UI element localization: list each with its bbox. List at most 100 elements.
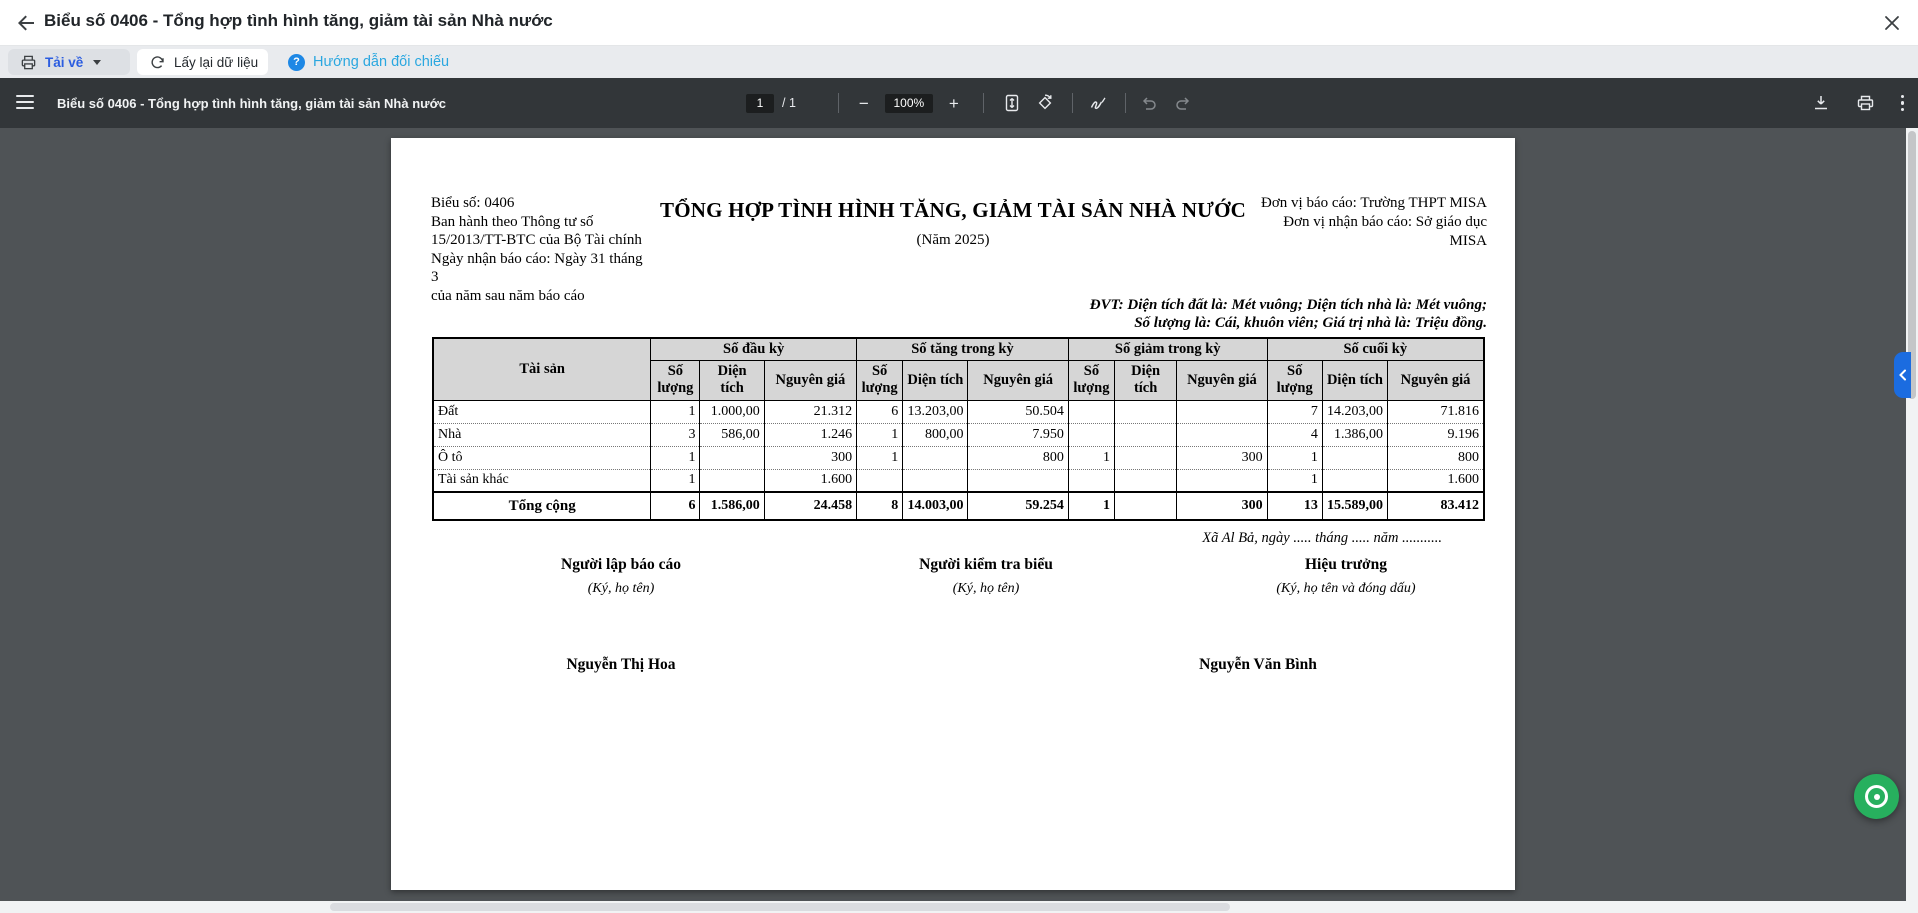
col-header-sub: Nguyên giá bbox=[1177, 360, 1267, 400]
value-cell: 9.196 bbox=[1388, 423, 1484, 446]
table-total-row: Tổng cộng61.586,0024.458814.003,0059.254… bbox=[433, 492, 1484, 520]
value-cell: 1.386,00 bbox=[1322, 423, 1387, 446]
value-cell: 1 bbox=[651, 446, 700, 469]
signature-note: (Ký, họ tên) bbox=[481, 581, 761, 597]
value-cell: 586,00 bbox=[700, 423, 764, 446]
table-row: Ô tô1300180013001800 bbox=[433, 446, 1484, 469]
total-value-cell: 8 bbox=[857, 492, 903, 520]
horizontal-scrollbar[interactable] bbox=[0, 901, 1906, 913]
value-cell bbox=[1177, 400, 1267, 423]
total-value-cell: 15.589,00 bbox=[1322, 492, 1387, 520]
value-cell: 7.950 bbox=[968, 423, 1068, 446]
value-cell bbox=[1068, 400, 1114, 423]
col-header-sub: Nguyên giá bbox=[1388, 360, 1484, 400]
value-cell bbox=[903, 469, 968, 492]
undo-icon[interactable] bbox=[1140, 95, 1158, 111]
reload-data-tab[interactable]: Lấy lại dữ liệu bbox=[137, 49, 268, 75]
zoom-out-button[interactable]: − bbox=[859, 95, 869, 112]
close-icon[interactable] bbox=[1880, 11, 1904, 35]
value-cell bbox=[1322, 446, 1387, 469]
total-value-cell: 83.412 bbox=[1388, 492, 1484, 520]
value-cell: 6 bbox=[857, 400, 903, 423]
toolbar-divider bbox=[1125, 93, 1126, 113]
page-title: Biểu số 0406 - Tổng hợp tình hình tăng, … bbox=[44, 11, 553, 31]
value-cell: 1.600 bbox=[764, 469, 856, 492]
col-header-sub: Diện tích bbox=[1115, 360, 1177, 400]
help-circle-icon: ? bbox=[288, 54, 305, 71]
value-cell bbox=[968, 469, 1068, 492]
report-subtitle: (Năm 2025) bbox=[611, 232, 1295, 249]
signature-title: Người kiểm tra biểu bbox=[846, 556, 1126, 574]
pdf-document-title: Biểu số 0406 - Tổng hợp tình hình tăng, … bbox=[57, 96, 446, 111]
value-cell: 800 bbox=[1388, 446, 1484, 469]
action-tab-bar: Tải về Lấy lại dữ liệu ? Hướng dẫn đối c… bbox=[0, 46, 1918, 78]
table-row: Nhà3586,001.2461800,007.95041.386,009.19… bbox=[433, 423, 1484, 446]
zoom-level-button[interactable]: 100% bbox=[885, 94, 933, 113]
value-cell bbox=[700, 469, 764, 492]
annotate-pen-icon[interactable] bbox=[1089, 95, 1107, 111]
app-header: Biểu số 0406 - Tổng hợp tình hình tăng, … bbox=[0, 0, 1918, 46]
print-icon[interactable] bbox=[1856, 94, 1875, 112]
horizontal-scrollbar-thumb[interactable] bbox=[330, 903, 1230, 911]
doc-meta-right: Đơn vị báo cáo: Trường THPT MISA Đơn vị … bbox=[1249, 194, 1487, 251]
support-chat-button[interactable] bbox=[1854, 774, 1899, 819]
report-table-head: Tài sảnSố đầu kỳSố tăng trong kỳSố giảm … bbox=[433, 338, 1484, 400]
value-cell bbox=[1115, 469, 1177, 492]
toolbar-divider bbox=[838, 93, 839, 113]
meta-right-line: Đơn vị nhận báo cáo: Sở giáo dục MISA bbox=[1249, 213, 1487, 251]
value-cell: 300 bbox=[1177, 446, 1267, 469]
total-value-cell: 14.003,00 bbox=[903, 492, 968, 520]
download-icon[interactable] bbox=[1812, 94, 1830, 112]
fit-page-icon[interactable] bbox=[1004, 94, 1020, 112]
collapse-panel-tab[interactable] bbox=[1894, 352, 1911, 398]
page-number-input[interactable]: 1 bbox=[746, 94, 774, 113]
signer-name: Nguyễn Thị Hoa bbox=[481, 656, 761, 674]
unit-note-line: Số lượng là: Cái, khuôn viên; Giá trị nh… bbox=[867, 314, 1487, 332]
col-header-sub: Nguyên giá bbox=[764, 360, 856, 400]
redo-icon[interactable] bbox=[1174, 95, 1192, 111]
total-value-cell: 6 bbox=[651, 492, 700, 520]
value-cell: 800 bbox=[968, 446, 1068, 469]
reload-tab-label: Lấy lại dữ liệu bbox=[174, 55, 258, 70]
printer-icon bbox=[20, 54, 37, 71]
asset-name-cell: Tài sản khác bbox=[433, 469, 651, 492]
report-title: TỔNG HỢP TÌNH HÌNH TĂNG, GIẢM TÀI SẢN NH… bbox=[611, 198, 1295, 223]
table-row: Tài sản khác11.60011.600 bbox=[433, 469, 1484, 492]
col-header-group: Số đầu kỳ bbox=[651, 338, 857, 360]
value-cell bbox=[1115, 400, 1177, 423]
value-cell: 3 bbox=[651, 423, 700, 446]
signature-column-principal: Hiệu trưởng (Ký, họ tên và đóng dấu) bbox=[1201, 556, 1491, 597]
asset-name-cell: Ô tô bbox=[433, 446, 651, 469]
col-header-group: Số tăng trong kỳ bbox=[857, 338, 1069, 360]
signature-note: (Ký, họ tên và đóng dấu) bbox=[1201, 581, 1491, 597]
back-icon[interactable] bbox=[14, 11, 38, 35]
guide-tab-label: Hướng dẫn đối chiếu bbox=[313, 54, 449, 70]
value-cell bbox=[1115, 446, 1177, 469]
asset-name-cell: Nhà bbox=[433, 423, 651, 446]
pdf-right-controls bbox=[1812, 78, 1905, 128]
col-header-sub: Diện tích bbox=[700, 360, 764, 400]
report-table-body: Đất11.000,0021.312613.203,0050.504714.20… bbox=[433, 400, 1484, 520]
value-cell bbox=[903, 446, 968, 469]
meta-left-line: của năm sau năm báo cáo bbox=[431, 287, 649, 306]
total-value-cell: 1.586,00 bbox=[700, 492, 764, 520]
signature-title: Hiệu trưởng bbox=[1201, 556, 1491, 574]
page-count-label: / 1 bbox=[782, 96, 796, 110]
col-header-sub: Số lượng bbox=[1267, 360, 1322, 400]
asset-report-table: Tài sảnSố đầu kỳSố tăng trong kỳSố giảm … bbox=[432, 337, 1485, 521]
more-options-icon[interactable] bbox=[1901, 95, 1905, 112]
meta-right-line: Đơn vị báo cáo: Trường THPT MISA bbox=[1249, 194, 1487, 213]
value-cell: 1 bbox=[1267, 446, 1322, 469]
download-tab[interactable]: Tải về bbox=[8, 49, 130, 75]
col-header-sub: Nguyên giá bbox=[968, 360, 1068, 400]
total-value-cell: 1 bbox=[1068, 492, 1114, 520]
vertical-scrollbar[interactable] bbox=[1906, 128, 1918, 913]
value-cell bbox=[1068, 469, 1114, 492]
zoom-in-button[interactable]: + bbox=[949, 95, 959, 112]
col-header-sub: Số lượng bbox=[857, 360, 903, 400]
rotate-icon[interactable] bbox=[1036, 94, 1054, 112]
menu-icon[interactable] bbox=[16, 95, 34, 109]
guide-tab[interactable]: ? Hướng dẫn đối chiếu bbox=[276, 49, 461, 75]
value-cell: 1 bbox=[1068, 446, 1114, 469]
document-page: Biểu số: 0406 Ban hành theo Thông tư số … bbox=[391, 138, 1515, 890]
